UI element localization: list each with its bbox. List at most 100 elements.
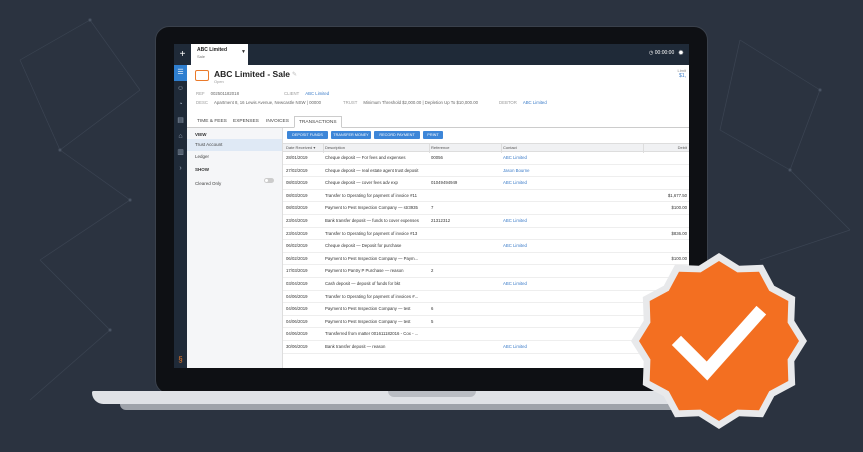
cell-date: 06/02/2019: [286, 243, 308, 249]
cleared-only-option: Cleared Only: [187, 178, 282, 190]
cell-description: Transfer to Operating for payment of inv…: [325, 293, 419, 299]
clock-icon[interactable]: ◔: [174, 97, 187, 113]
table-row[interactable]: 04/06/2019 Transferred from matter 001611…: [283, 328, 689, 341]
folder-icon: [195, 70, 209, 81]
cleared-only-toggle[interactable]: [264, 178, 274, 183]
table-header: Date Received ▾ Description Reference Co…: [283, 143, 689, 153]
timer-display[interactable]: ◷ 00:00:00: [649, 50, 674, 56]
cell-contact[interactable]: ABC Limited: [503, 341, 643, 353]
document-icon[interactable]: ▤: [174, 113, 187, 129]
cell-description: Bank transfer deposit — funds to cover e…: [325, 217, 419, 223]
cell-date: 04/06/2019: [286, 318, 308, 324]
cell-description: Cheque deposit — For fees and expenses: [325, 155, 406, 160]
cell-debit: $100.00: [671, 205, 687, 211]
table-row[interactable]: 08/03/2019 Cheque deposit — cover fees ad…: [283, 177, 689, 190]
debtor-field: DEBTOR ABC Limited: [499, 100, 547, 105]
table-row[interactable]: 04/06/2019 Transfer to Operating for paym…: [283, 291, 689, 304]
laptop-notch: [388, 391, 476, 397]
cell-date: 08/03/2019: [286, 180, 308, 186]
tab-expenses[interactable]: EXPENSES: [229, 116, 263, 128]
table-row[interactable]: 27/02/2019 Cheque deposit — real estate a…: [283, 165, 689, 178]
cell-date: 23/04/2019: [286, 230, 308, 236]
cell-reference: 2: [431, 268, 434, 274]
table-row[interactable]: 28/01/2019 Cheque deposit — For fees and …: [283, 152, 689, 165]
cell-description: Transfer to Operating for payment of inv…: [325, 230, 418, 236]
cell-reference: 6: [431, 306, 434, 312]
deposit-funds-button[interactable]: DEPOSIT FUNDS: [287, 131, 328, 139]
cell-debit: $836.00: [671, 230, 687, 236]
cell-contact[interactable]: Jason Bourne: [503, 165, 643, 177]
list-icon[interactable]: ☰: [174, 65, 187, 81]
header-description[interactable]: Description: [325, 144, 430, 152]
table-row[interactable]: 03/04/2019 Cash deposit — deposit of fund…: [283, 278, 689, 291]
tab-time-fees[interactable]: TIME & FEES: [193, 116, 231, 128]
table-row[interactable]: 30/06/2019 Bank transfer deposit — reason…: [283, 341, 689, 354]
cell-description: Transferred from matter 001611182016 - C…: [325, 331, 419, 337]
table-row[interactable]: 06/02/2019 Cheque deposit — Deposit for p…: [283, 240, 689, 253]
client-link[interactable]: ABC Limited: [305, 91, 329, 96]
table-body: 28/01/2019 Cheque deposit — For fees and …: [283, 152, 689, 354]
badge-body: [639, 261, 799, 421]
cell-description: Cheque deposit — real estate agent trust…: [325, 167, 419, 173]
view-trust-account[interactable]: Trust Account: [187, 139, 282, 151]
cell-date: 27/02/2019: [286, 167, 308, 173]
cell-reference: 7: [431, 205, 434, 211]
table-row[interactable]: 04/06/2019 Payment to Pest Inspection Com…: [283, 316, 689, 329]
cell-contact[interactable]: ABC Limited: [503, 240, 643, 252]
tab-invoices[interactable]: INVOICES: [262, 116, 293, 128]
cell-reference: 01049494949: [431, 180, 458, 186]
cell-date: 08/03/2019: [286, 192, 308, 198]
sidebar: ☰ ☺ ◔ ▤ ⌂ ▥ › §: [174, 65, 187, 368]
header-reference[interactable]: Reference: [431, 144, 501, 152]
transfer-money-button[interactable]: TRANSFER MONEY: [331, 131, 371, 139]
tab-transactions[interactable]: TRANSACTIONS: [294, 116, 342, 128]
app-screen: + ABC Limited Sale ▼ ◷ 00:00:00 ✹ ☰ ☺ ◔ …: [174, 44, 689, 368]
ref-field: REF 002501182018: [196, 91, 239, 96]
cell-description: Payment to Pest Inspection Company — tes…: [325, 318, 411, 324]
cell-debit: $1,677.50: [667, 192, 687, 198]
chart-icon[interactable]: ▥: [174, 145, 187, 161]
gear-icon[interactable]: ✹: [678, 49, 684, 57]
bank-icon[interactable]: ⌂: [174, 129, 187, 145]
cell-reference: 21312312: [431, 217, 451, 223]
table-row[interactable]: 04/06/2019 Payment to Pest Inspection Com…: [283, 303, 689, 316]
table-row[interactable]: 06/02/2019 Payment to Pest Inspection Com…: [283, 253, 689, 266]
table-row[interactable]: 23/04/2019 Transfer to Operating for paym…: [283, 228, 689, 241]
show-heading: SHOW: [195, 167, 209, 172]
debtor-link[interactable]: ABC Limited: [523, 100, 547, 105]
limit-value: $1,: [679, 73, 686, 79]
matter-tab[interactable]: ABC Limited Sale ▼: [191, 44, 248, 65]
timer-value: 00:00:00: [654, 50, 675, 56]
cell-description: Cheque deposit — Deposit for purchase: [325, 243, 402, 249]
cell-description: Transfer to Operating for payment of inv…: [325, 192, 417, 198]
new-tab-button[interactable]: +: [174, 44, 191, 65]
edit-icon[interactable]: ✎: [292, 71, 297, 78]
matter-header: ABC Limited - Sale Open ✎ Limit $1, REF 0…: [187, 65, 689, 114]
cell-date: 23/04/2019: [286, 217, 308, 223]
view-ledger[interactable]: Ledger: [187, 151, 282, 163]
chevron-down-icon[interactable]: ▼: [241, 49, 246, 55]
contacts-icon[interactable]: ☺: [174, 81, 187, 97]
cell-description: Payment to Pest Inspection Company — Pay…: [325, 255, 419, 261]
table-row[interactable]: 23/04/2019 Bank transfer deposit — funds …: [283, 215, 689, 228]
table-row[interactable]: 08/03/2019 Payment to Pest Inspection Com…: [283, 202, 689, 215]
cell-date: 04/06/2019: [286, 293, 308, 299]
cell-contact[interactable]: ABC Limited: [503, 278, 643, 290]
record-payment-button[interactable]: RECORD PAYMENT: [374, 131, 420, 139]
cell-date: 04/06/2019: [286, 306, 308, 312]
table-row[interactable]: 17/03/2019 Payment to Pantry P Purchase —…: [283, 265, 689, 278]
cell-date: 04/06/2019: [286, 331, 308, 337]
expand-icon[interactable]: ›: [174, 161, 187, 177]
header-contact[interactable]: Contact: [503, 144, 643, 152]
smokeball-logo-icon[interactable]: §: [174, 355, 187, 364]
cell-contact[interactable]: ABC Limited: [503, 152, 643, 164]
cell-contact[interactable]: ABC Limited: [503, 177, 643, 189]
header-date[interactable]: Date Received ▾: [286, 144, 324, 152]
cell-contact[interactable]: ABC Limited: [503, 215, 643, 227]
header-debit[interactable]: Debit: [643, 144, 687, 152]
cell-date: 03/04/2019: [286, 280, 308, 286]
matter-tabs: TIME & FEES EXPENSES INVOICES TRANSACTIO…: [187, 116, 689, 128]
print-button[interactable]: PRINT: [423, 131, 443, 139]
matter-status: Open: [214, 79, 224, 84]
table-row[interactable]: 08/03/2019 Transfer to Operating for paym…: [283, 190, 689, 203]
